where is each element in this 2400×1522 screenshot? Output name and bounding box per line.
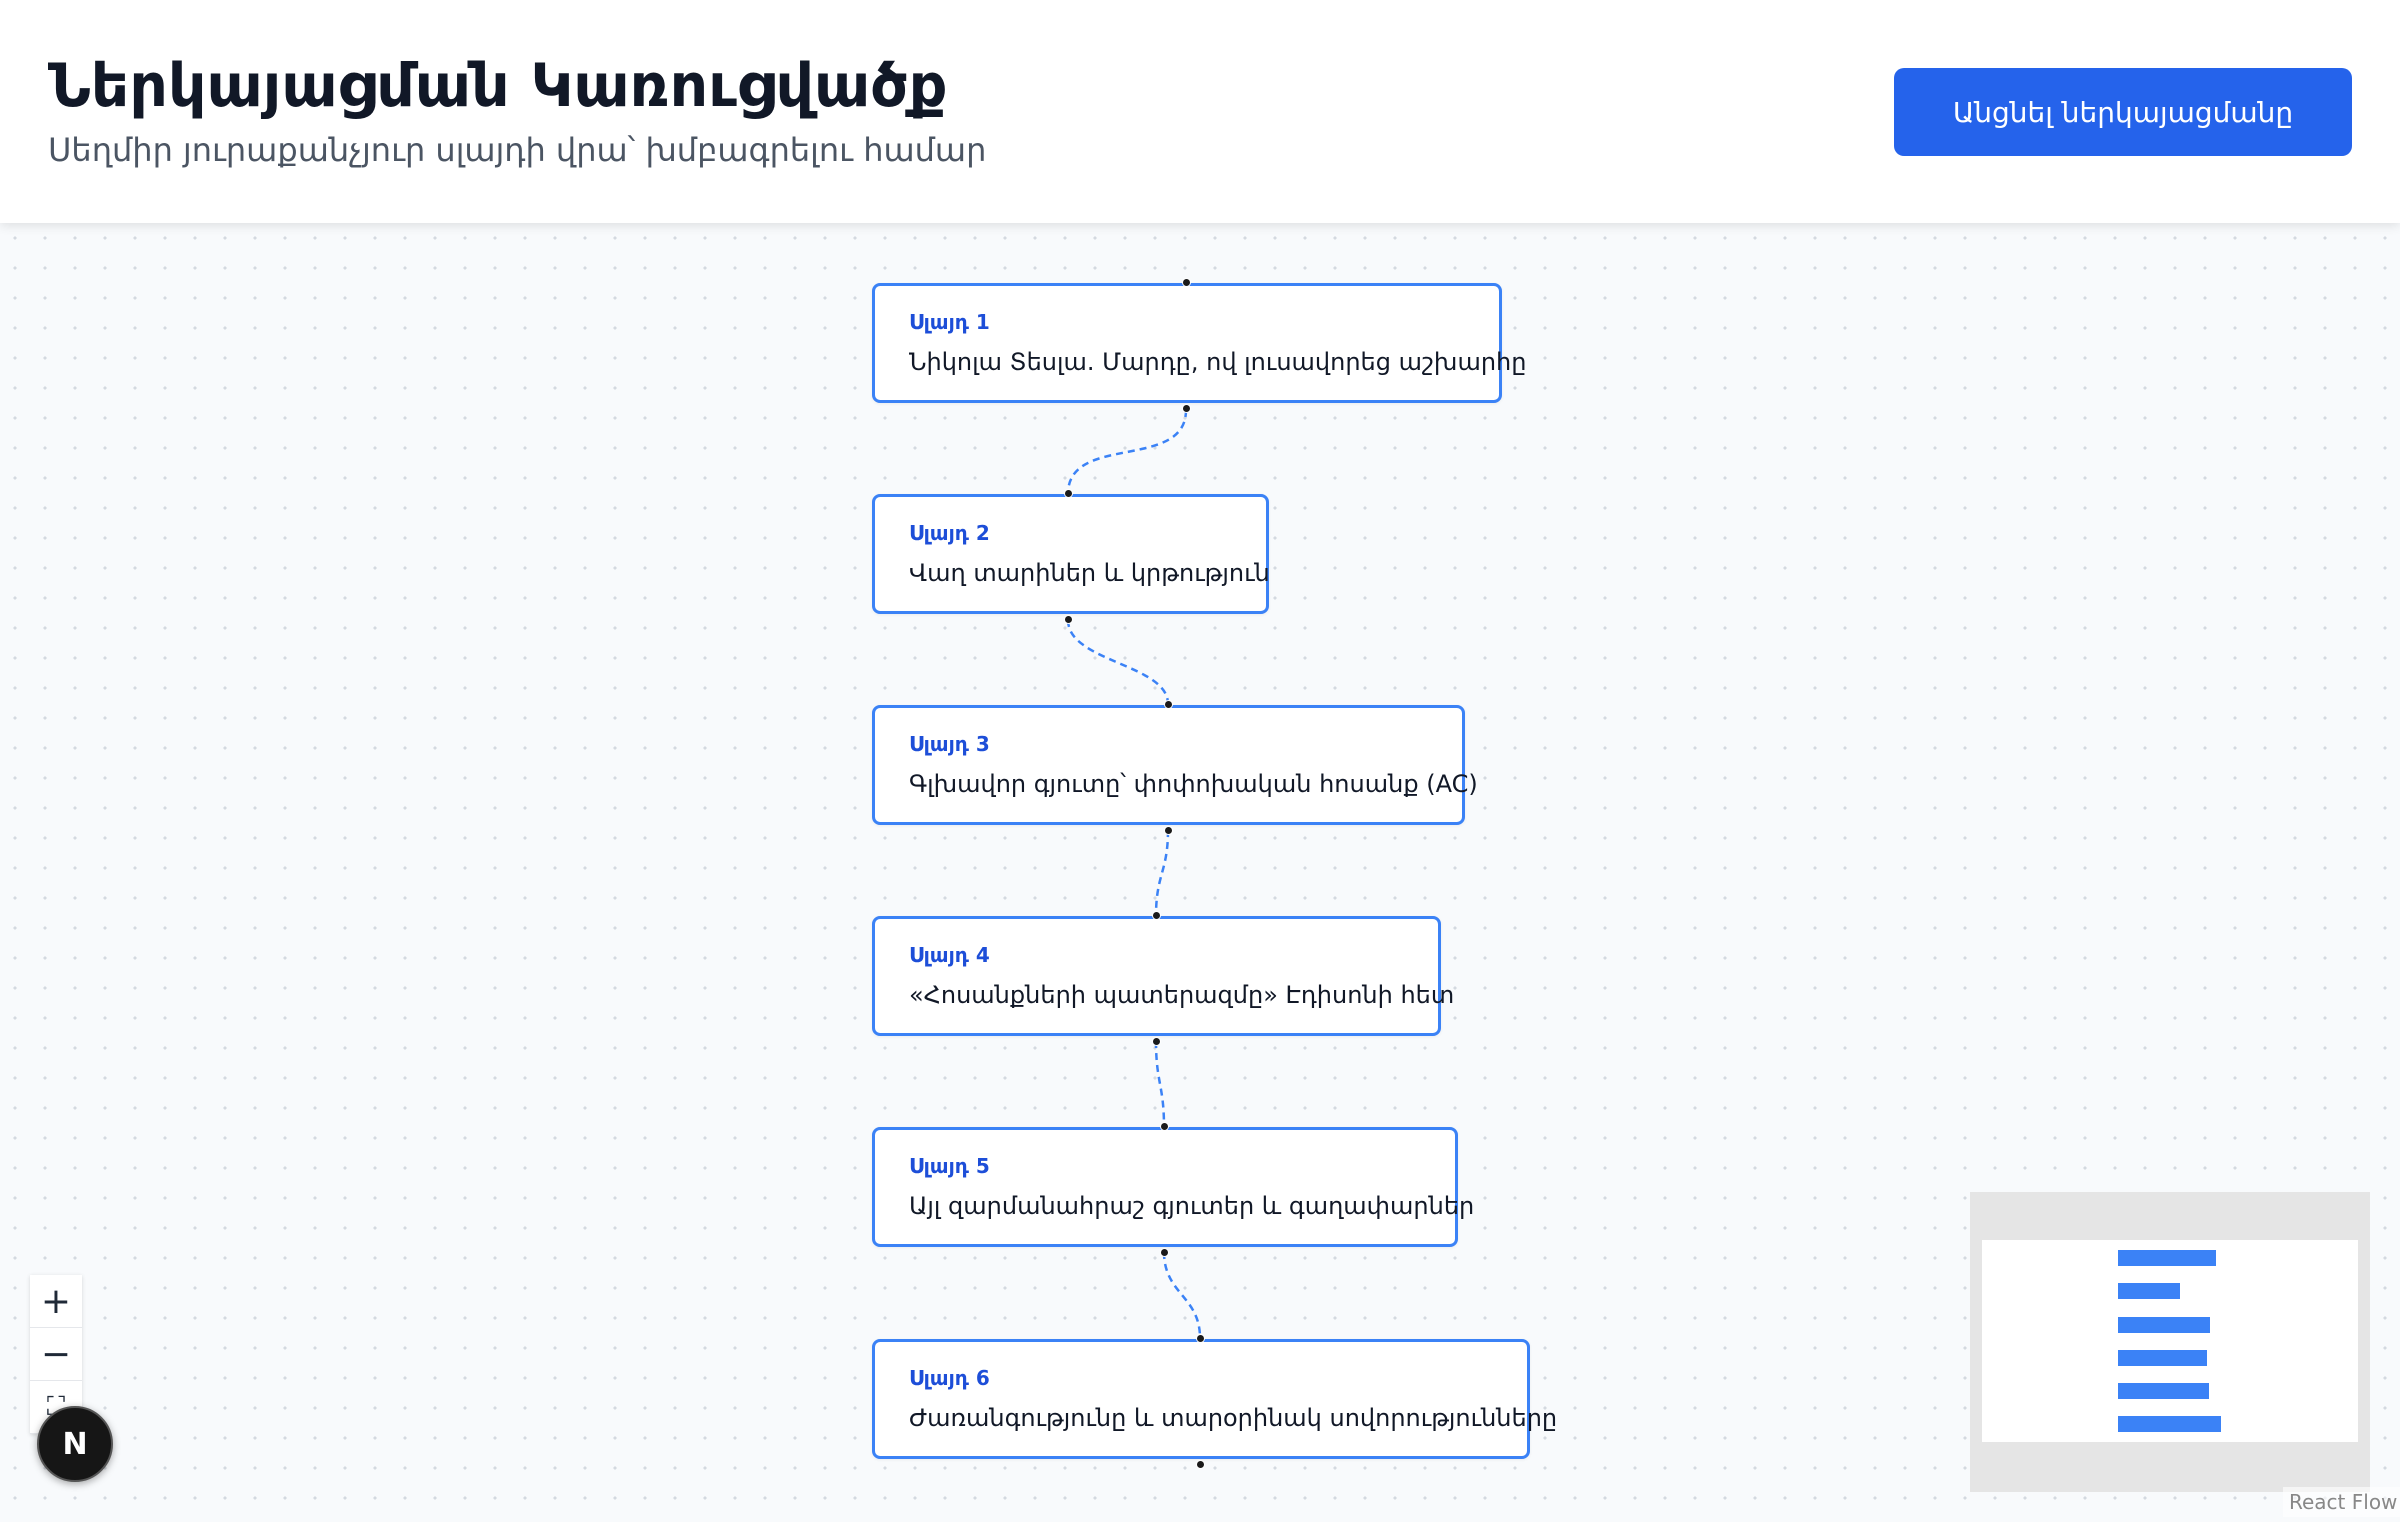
node-handle[interactable] bbox=[1196, 1460, 1205, 1469]
slide-node-title: Այլ զարմանահրաշ գյուտեր և գաղափարներ bbox=[909, 1192, 1475, 1220]
nextjs-logo-icon: N bbox=[62, 1426, 88, 1462]
slide-node-title: Նիկոլա Տեսլա. Մարդը, ով լուսավորեց աշխար… bbox=[909, 348, 1527, 376]
minimap-node bbox=[2118, 1383, 2209, 1399]
plus-icon: + bbox=[40, 1280, 72, 1322]
node-handle[interactable] bbox=[1064, 615, 1073, 624]
slide-node-title: «Հոսանքների պատերազմը» Էդիսոնի հետ bbox=[909, 981, 1455, 1009]
nextjs-badge[interactable]: N bbox=[37, 1406, 113, 1482]
minimap[interactable] bbox=[1970, 1192, 2370, 1492]
node-handle[interactable] bbox=[1164, 700, 1173, 709]
slide-node-3[interactable]: Սլայդ 3 Գլխավոր գյուտը՝ փոփոխական հոսանք… bbox=[872, 705, 1478, 825]
minimap-node bbox=[2118, 1350, 2207, 1366]
attribution-link[interactable]: React Flow bbox=[2283, 1487, 2400, 1517]
slide-node-1[interactable]: Սլայդ 1 Նիկոլա Տեսլա. Մարդը, ով լուսավոր… bbox=[872, 283, 1526, 403]
slide-node-label: Սլայդ 5 bbox=[909, 1154, 990, 1178]
slide-node-5[interactable]: Սլայդ 5 Այլ զարմանահրաշ գյուտեր և գաղափա… bbox=[872, 1127, 1474, 1247]
minimap-node bbox=[2118, 1416, 2221, 1432]
slide-node-title: Գլխավոր գյուտը՝ փոփոխական հոսանք (AC) bbox=[909, 770, 1478, 798]
page-title: Ներկայացման Կառուցվածք bbox=[48, 51, 948, 121]
node-handle[interactable] bbox=[1160, 1122, 1169, 1131]
slide-node-label: Սլայդ 1 bbox=[909, 310, 990, 334]
slide-node-label: Սլայդ 4 bbox=[909, 943, 990, 967]
minimap-viewport bbox=[1982, 1240, 2358, 1442]
node-handle[interactable] bbox=[1160, 1248, 1169, 1257]
slide-node-title: Ժառանգությունը և տարօրինակ սովորությունն… bbox=[909, 1404, 1558, 1432]
minimap-node bbox=[2118, 1317, 2210, 1333]
slide-node-label: Սլայդ 2 bbox=[909, 521, 990, 545]
zoom-out-button[interactable]: − bbox=[30, 1328, 82, 1381]
node-handle[interactable] bbox=[1152, 1037, 1161, 1046]
present-button[interactable]: Անցնել ներկայացմանը bbox=[1894, 68, 2352, 156]
page-subtitle: Սեղմիր յուրաքանչյուր սլայդի վրա՝ խմբագրե… bbox=[48, 131, 987, 169]
slide-node-6[interactable]: Սլայդ 6 Ժառանգությունը և տարօրինակ սովոր… bbox=[872, 1339, 1557, 1459]
slide-node-4[interactable]: Սլայդ 4 «Հոսանքների պատերազմը» Էդիսոնի հ… bbox=[872, 916, 1454, 1036]
slide-node-title: Վաղ տարիներ և կրթություն bbox=[909, 559, 1270, 587]
header-bar: Ներկայացման Կառուցվածք Սեղմիր յուրաքանչյ… bbox=[0, 0, 2400, 223]
node-handle[interactable] bbox=[1182, 404, 1191, 413]
node-handle[interactable] bbox=[1064, 489, 1073, 498]
zoom-in-button[interactable]: + bbox=[30, 1275, 82, 1328]
node-handle[interactable] bbox=[1152, 911, 1161, 920]
minimap-node bbox=[2118, 1283, 2180, 1299]
node-handle[interactable] bbox=[1196, 1334, 1205, 1343]
node-handle[interactable] bbox=[1182, 278, 1191, 287]
minus-icon: − bbox=[40, 1333, 72, 1375]
minimap-node bbox=[2118, 1250, 2216, 1266]
slide-node-2[interactable]: Սլայդ 2 Վաղ տարիներ և կրթություն bbox=[872, 494, 1270, 614]
slide-node-label: Սլայդ 6 bbox=[909, 1366, 990, 1390]
slide-node-label: Սլայդ 3 bbox=[909, 732, 990, 756]
node-handle[interactable] bbox=[1164, 826, 1173, 835]
